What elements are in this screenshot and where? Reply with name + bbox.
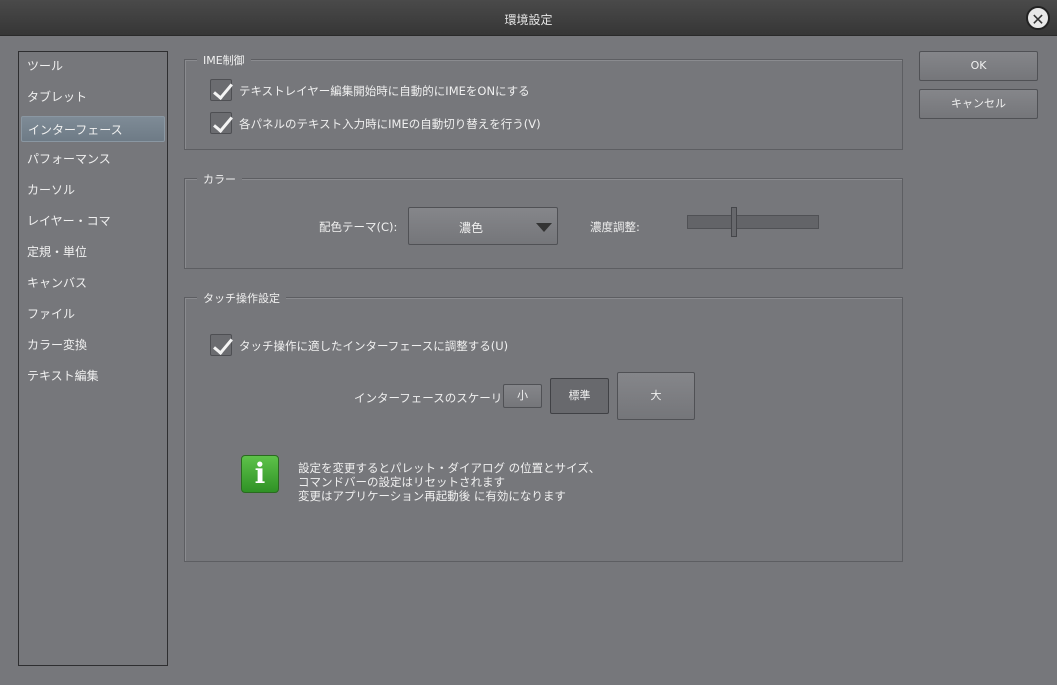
ime-group: IME制御 [184, 52, 903, 150]
sidebar-item-tool[interactable]: ツール [21, 53, 165, 79]
info-icon: i [241, 455, 279, 493]
sidebar-item-cursor[interactable]: カーソル [21, 177, 165, 203]
chevron-down-icon [536, 223, 552, 232]
theme-label: 配色テーマ(C): [319, 220, 398, 234]
ime-auto-on-checkbox[interactable] [210, 79, 232, 101]
sidebar-item-layer[interactable]: レイヤー・コマ [21, 208, 165, 234]
sidebar-item-color-conversion[interactable]: カラー変換 [21, 332, 165, 358]
ime-auto-on-label: テキストレイヤー編集開始時に自動的にIMEをONにする [239, 84, 530, 98]
density-slider[interactable] [687, 207, 819, 237]
sidebar-item-text-edit[interactable]: テキスト編集 [21, 363, 165, 389]
touch-group-title: タッチ操作設定 [197, 290, 286, 306]
sidebar-item-interface[interactable]: インターフェース [21, 116, 165, 142]
category-list[interactable]: ツール タブレット インターフェース パフォーマンス カーソル レイヤー・コマ … [18, 51, 168, 666]
scaling-standard-button[interactable]: 標準 [550, 378, 609, 414]
scaling-large-button[interactable]: 大 [617, 372, 695, 420]
cancel-button[interactable]: キャンセル [919, 89, 1038, 119]
ime-group-title: IME制御 [197, 52, 251, 68]
touch-group: タッチ操作設定 [184, 290, 903, 562]
sidebar-item-file[interactable]: ファイル [21, 301, 165, 327]
touch-interface-label: タッチ操作に適したインターフェースに調整する(U) [239, 339, 509, 353]
ime-auto-switch-label: 各パネルのテキスト入力時にIMEの自動切り替えを行う(V) [239, 117, 541, 131]
theme-value: 濃色 [459, 221, 484, 235]
close-icon[interactable]: ✕ [1026, 6, 1050, 30]
sidebar-item-tablet[interactable]: タブレット [21, 84, 165, 110]
theme-dropdown[interactable]: 濃色 [408, 207, 558, 245]
density-label: 濃度調整: [590, 220, 640, 234]
sidebar-item-performance[interactable]: パフォーマンス [21, 146, 165, 172]
density-slider-thumb[interactable] [731, 207, 738, 237]
sidebar-item-ruler-unit[interactable]: 定規・単位 [21, 239, 165, 265]
title-bar: 環境設定 ✕ [0, 0, 1057, 36]
ime-auto-switch-checkbox[interactable] [210, 112, 232, 134]
info-line-3: 変更はアプリケーション再起動後 に有効になります [298, 489, 566, 503]
touch-interface-checkbox[interactable] [210, 334, 232, 356]
ok-button[interactable]: OK [919, 51, 1038, 81]
scaling-small-button[interactable]: 小 [503, 384, 542, 408]
sidebar-item-canvas[interactable]: キャンバス [21, 270, 165, 296]
color-group-title: カラー [197, 171, 242, 187]
window-title: 環境設定 [504, 13, 553, 27]
